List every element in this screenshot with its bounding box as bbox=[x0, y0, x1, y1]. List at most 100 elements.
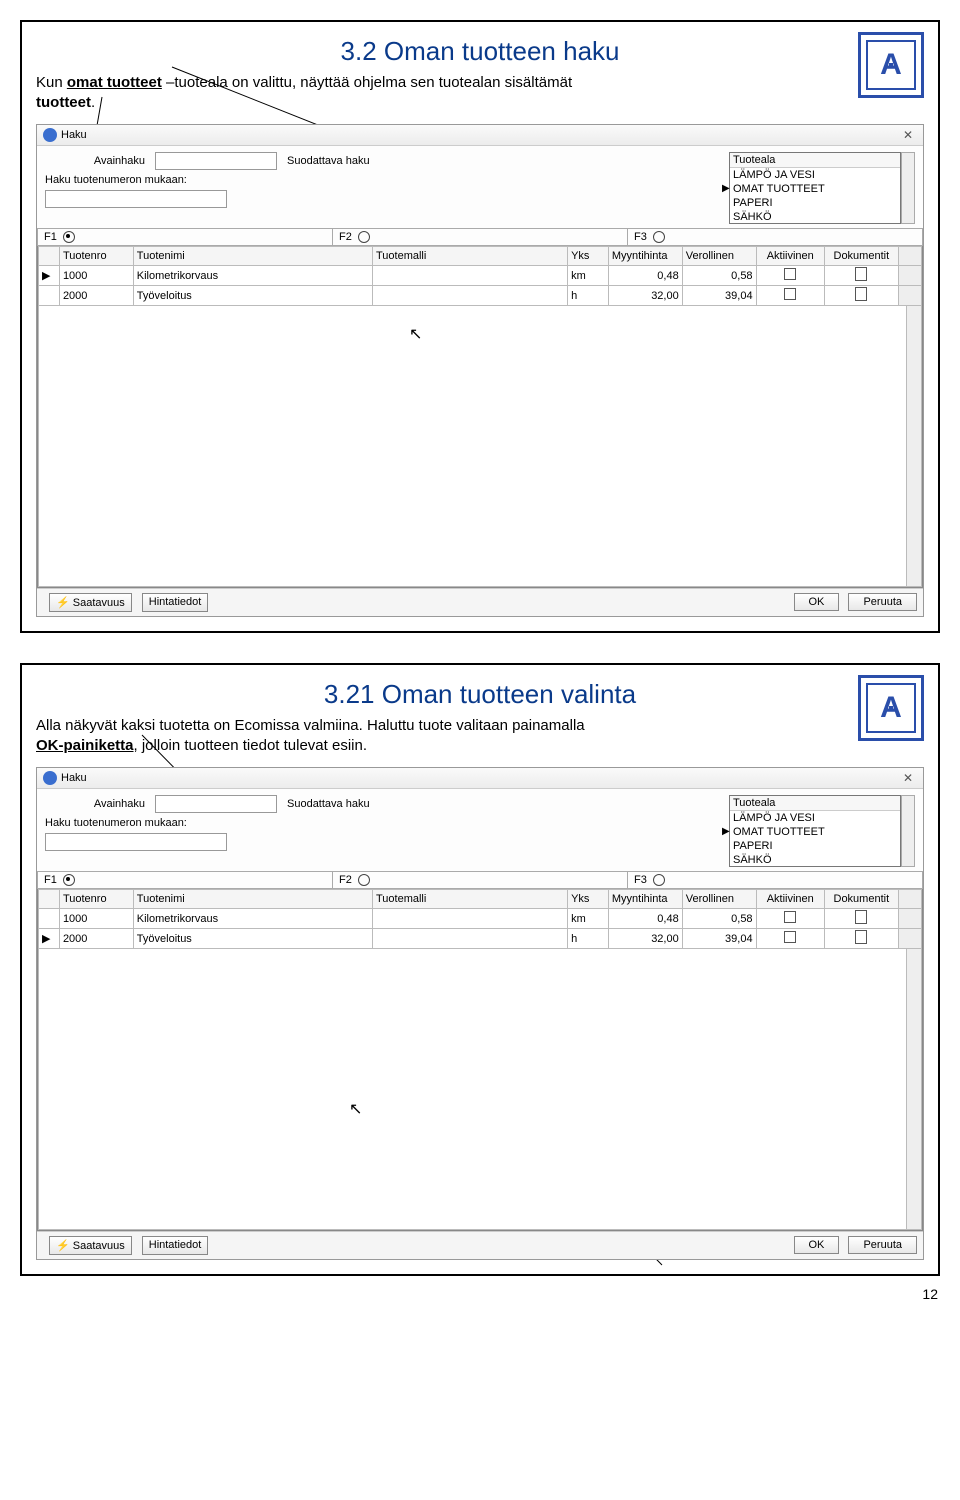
tuoteala-header: Tuoteala bbox=[730, 796, 900, 811]
list-scrollbar[interactable] bbox=[901, 795, 915, 867]
col-tuotenimi[interactable]: Tuotenimi bbox=[133, 247, 372, 266]
haku-titlebar: Haku ✕ bbox=[37, 768, 923, 789]
avainhaku-label: Avainhaku bbox=[45, 798, 145, 810]
col-verollinen[interactable]: Verollinen bbox=[682, 247, 756, 266]
radio-f2[interactable] bbox=[358, 874, 370, 886]
col-yks[interactable]: Yks bbox=[568, 247, 609, 266]
tuoteala-list[interactable]: Tuoteala LÄMPÖ JA VESI ▶OMAT TUOTTEET PA… bbox=[729, 795, 901, 867]
cursor-icon: ↖ bbox=[409, 324, 422, 344]
checkbox-icon[interactable] bbox=[784, 931, 796, 943]
bottom-bar: ⚡ Saatavuus Hintatiedot OK Peruuta bbox=[37, 588, 923, 616]
app-icon bbox=[43, 771, 57, 785]
tuoteala-list[interactable]: Tuoteala LÄMPÖ JA VESI ▶OMAT TUOTTEET PA… bbox=[729, 152, 901, 224]
radio-row: F1 F2 F3 bbox=[37, 228, 923, 246]
result-grid: Tuotenro Tuotenimi Tuotemalli Yks Myynti… bbox=[37, 889, 923, 1231]
radio-row: F1 F2 F3 bbox=[37, 871, 923, 889]
table-row[interactable]: ▶ 2000 Työveloitus h 32,00 39,04 bbox=[39, 929, 922, 949]
f2-cell[interactable]: F2 bbox=[332, 872, 627, 888]
col-verollinen[interactable]: Verollinen bbox=[682, 890, 756, 909]
slide-1: A 3.2 Oman tuotteen haku Kun omat tuotte… bbox=[20, 20, 940, 633]
document-icon[interactable] bbox=[855, 930, 867, 944]
avainhaku-input[interactable] bbox=[155, 795, 277, 813]
checkbox-icon[interactable] bbox=[784, 288, 796, 300]
tuoteala-header: Tuoteala bbox=[730, 153, 900, 168]
haku-titlebar: Haku ✕ bbox=[37, 125, 923, 146]
logo-icon: A bbox=[858, 675, 924, 741]
document-icon[interactable] bbox=[855, 910, 867, 924]
page-number: 12 bbox=[922, 1286, 938, 1302]
slide-2: A 3.21 Oman tuotteen valinta Alla näkyvä… bbox=[20, 663, 940, 1276]
list-item[interactable]: PAPERI bbox=[730, 839, 900, 853]
grid-scrollbar[interactable] bbox=[906, 306, 921, 586]
suodattava-label: Suodattava haku bbox=[287, 798, 370, 810]
col-aktiivinen[interactable]: Aktiivinen bbox=[756, 247, 824, 266]
col-aktiivinen[interactable]: Aktiivinen bbox=[756, 890, 824, 909]
saatavuus-button[interactable]: ⚡ Saatavuus bbox=[49, 1236, 132, 1255]
col-tuotemalli[interactable]: Tuotemalli bbox=[372, 890, 567, 909]
avainhaku-input[interactable] bbox=[155, 152, 277, 170]
checkbox-icon[interactable] bbox=[784, 911, 796, 923]
tuotenumero-input[interactable] bbox=[45, 190, 227, 208]
suodattava-label: Suodattava haku bbox=[287, 155, 370, 167]
document-icon[interactable] bbox=[855, 287, 867, 301]
peruuta-button[interactable]: Peruuta bbox=[848, 1236, 917, 1254]
col-tuotenimi[interactable]: Tuotenimi bbox=[133, 890, 372, 909]
col-myyntihinta[interactable]: Myyntihinta bbox=[608, 890, 682, 909]
list-item[interactable]: ▶OMAT TUOTTEET bbox=[730, 825, 900, 839]
tuotenumero-label: Haku tuotenumeron mukaan: bbox=[45, 817, 187, 829]
list-item[interactable]: SÄHKÖ bbox=[730, 210, 900, 224]
ok-button[interactable]: OK bbox=[794, 1236, 840, 1254]
close-icon[interactable]: ✕ bbox=[899, 771, 917, 785]
col-tuotenro[interactable]: Tuotenro bbox=[59, 247, 133, 266]
radio-f3[interactable] bbox=[653, 874, 665, 886]
tuotenumero-input[interactable] bbox=[45, 833, 227, 851]
radio-f2[interactable] bbox=[358, 231, 370, 243]
window-title: Haku bbox=[61, 772, 87, 784]
haku-window: Haku ✕ Avainhaku Suodattava haku Haku tu… bbox=[36, 124, 924, 617]
slide-1-title: 3.2 Oman tuotteen haku bbox=[36, 36, 924, 67]
col-yks[interactable]: Yks bbox=[568, 890, 609, 909]
col-myyntihinta[interactable]: Myyntihinta bbox=[608, 247, 682, 266]
table-row[interactable]: 1000 Kilometrikorvaus km 0,48 0,58 bbox=[39, 909, 922, 929]
slide-1-header: 3.2 Oman tuotteen haku Kun omat tuotteet… bbox=[36, 36, 924, 112]
hintatiedot-button[interactable]: Hintatiedot bbox=[142, 1236, 209, 1255]
window-title: Haku bbox=[61, 129, 87, 141]
radio-f3[interactable] bbox=[653, 231, 665, 243]
list-item[interactable]: SÄHKÖ bbox=[730, 853, 900, 867]
col-tuotemalli[interactable]: Tuotemalli bbox=[372, 247, 567, 266]
col-tuotenro[interactable]: Tuotenro bbox=[59, 890, 133, 909]
col-dokumentit[interactable]: Dokumentit bbox=[824, 247, 898, 266]
close-icon[interactable]: ✕ bbox=[899, 128, 917, 142]
list-item[interactable]: ▶OMAT TUOTTEET bbox=[730, 182, 900, 196]
list-item[interactable]: LÄMPÖ JA VESI bbox=[730, 168, 900, 182]
col-dokumentit[interactable]: Dokumentit bbox=[824, 890, 898, 909]
list-scrollbar[interactable] bbox=[901, 152, 915, 224]
f1-cell[interactable]: F1 bbox=[37, 229, 332, 245]
f1-cell[interactable]: F1 bbox=[37, 872, 332, 888]
slide-1-desc: Kun omat tuotteet –tuoteala on valittu, … bbox=[36, 73, 924, 112]
list-item[interactable]: PAPERI bbox=[730, 196, 900, 210]
saatavuus-button[interactable]: ⚡ Saatavuus bbox=[49, 593, 132, 612]
radio-f1[interactable] bbox=[63, 231, 75, 243]
slide-2-title: 3.21 Oman tuotteen valinta bbox=[36, 679, 924, 710]
logo-icon: A bbox=[858, 32, 924, 98]
peruuta-button[interactable]: Peruuta bbox=[848, 593, 917, 611]
checkbox-icon[interactable] bbox=[784, 268, 796, 280]
app-icon bbox=[43, 128, 57, 142]
table-row[interactable]: ▶ 1000 Kilometrikorvaus km 0,48 0,58 bbox=[39, 266, 922, 286]
grid-scrollbar[interactable] bbox=[906, 949, 921, 1229]
document-icon[interactable] bbox=[855, 267, 867, 281]
f3-cell[interactable]: F3 bbox=[627, 872, 922, 888]
ok-button[interactable]: OK bbox=[794, 593, 840, 611]
tuotenumero-label: Haku tuotenumeron mukaan: bbox=[45, 174, 187, 186]
f2-cell[interactable]: F2 bbox=[332, 229, 627, 245]
list-item[interactable]: LÄMPÖ JA VESI bbox=[730, 811, 900, 825]
slide-2-header: 3.21 Oman tuotteen valinta Alla näkyvät … bbox=[36, 679, 924, 755]
hintatiedot-button[interactable]: Hintatiedot bbox=[142, 593, 209, 612]
table-row[interactable]: 2000 Työveloitus h 32,00 39,04 bbox=[39, 286, 922, 306]
f3-cell[interactable]: F3 bbox=[627, 229, 922, 245]
haku-window-2: Haku ✕ Avainhaku Suodattava haku Haku tu… bbox=[36, 767, 924, 1260]
cursor-icon: ↖ bbox=[349, 1099, 362, 1119]
radio-f1[interactable] bbox=[63, 874, 75, 886]
result-grid: Tuotenro Tuotenimi Tuotemalli Yks Myynti… bbox=[37, 246, 923, 588]
